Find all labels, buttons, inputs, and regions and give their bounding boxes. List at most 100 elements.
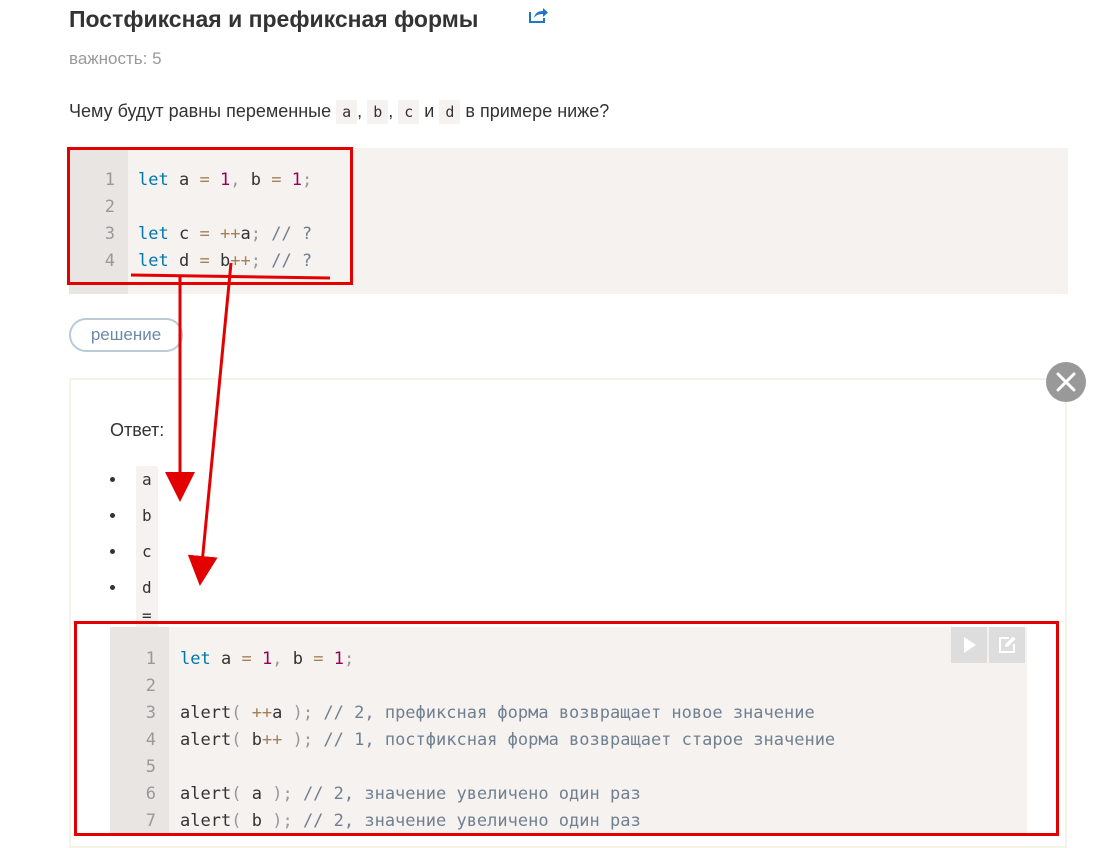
identifier: a bbox=[178, 170, 190, 190]
punctuation: ; bbox=[302, 703, 314, 723]
identifier: b bbox=[219, 251, 231, 271]
identifier: a bbox=[240, 224, 251, 244]
close-button[interactable] bbox=[1046, 362, 1086, 402]
punctuation: ; bbox=[302, 730, 314, 750]
punctuation: ( bbox=[231, 784, 242, 804]
identifier: a bbox=[272, 703, 283, 723]
code-line: let a = 1, b = 1; bbox=[180, 649, 354, 669]
comment: // 1, постфиксная форма возвращает старо… bbox=[323, 730, 836, 750]
punctuation: , bbox=[230, 170, 241, 190]
line-number: 1 bbox=[145, 649, 156, 669]
bullet-icon bbox=[110, 549, 115, 554]
identifier: b bbox=[250, 170, 261, 190]
identifier: c bbox=[178, 224, 190, 244]
code-line: alert( b ); // 2, значение увеличено оди… bbox=[180, 811, 641, 831]
code-line: alert( a ); // 2, значение увеличено оди… bbox=[180, 784, 641, 804]
punctuation: ( bbox=[231, 811, 242, 831]
operator: = bbox=[313, 649, 324, 669]
question-conjunction: и bbox=[424, 101, 435, 121]
keyword: let bbox=[180, 649, 211, 669]
punctuation: ; bbox=[282, 811, 293, 831]
line-number: 7 bbox=[145, 811, 156, 831]
code-line: let a = 1, b = 1; bbox=[138, 170, 312, 190]
line-number: 2 bbox=[104, 197, 115, 217]
question-comma: , bbox=[388, 101, 394, 121]
comment: // ? bbox=[271, 251, 313, 271]
function-name: alert bbox=[180, 811, 232, 831]
identifier: d bbox=[178, 251, 190, 271]
inline-code-d: d bbox=[439, 100, 461, 124]
question-prefix: Чему будут равны переменные bbox=[69, 101, 332, 121]
comment: // ? bbox=[271, 224, 313, 244]
line-number: 2 bbox=[145, 676, 156, 696]
line-number: 3 bbox=[104, 224, 115, 244]
inline-code-c: c bbox=[398, 100, 420, 124]
question-suffix: в примере ниже? bbox=[465, 101, 610, 121]
punctuation: ) bbox=[272, 784, 283, 804]
number: 1 bbox=[291, 170, 302, 190]
operator: ++ bbox=[230, 251, 251, 271]
punctuation: ) bbox=[272, 811, 283, 831]
inline-code-a: a bbox=[336, 100, 358, 124]
line-number: 4 bbox=[145, 730, 156, 750]
play-icon bbox=[964, 637, 976, 653]
keyword: let bbox=[138, 224, 169, 244]
external-link-icon[interactable] bbox=[528, 6, 550, 24]
operator: ++ bbox=[251, 703, 273, 723]
identifier: b bbox=[292, 649, 303, 669]
inline-code-b: b bbox=[367, 100, 389, 124]
line-number: 3 bbox=[145, 703, 156, 723]
answer-label: Ответ: bbox=[110, 420, 165, 440]
punctuation: ; bbox=[250, 251, 261, 271]
comment: // 2, значение увеличено один раз bbox=[302, 811, 641, 831]
punctuation: , bbox=[272, 649, 283, 669]
function-name: alert bbox=[180, 730, 232, 750]
punctuation: ; bbox=[301, 170, 313, 190]
code-block-task: 1 2 3 4 let a = 1, b = 1; let c = ++a; /… bbox=[69, 148, 1068, 294]
question-comma: , bbox=[357, 101, 363, 121]
operator: = bbox=[241, 649, 252, 669]
run-button[interactable] bbox=[951, 627, 987, 663]
keyword: let bbox=[138, 251, 169, 271]
identifier: a bbox=[251, 784, 262, 804]
operator: = bbox=[199, 170, 210, 190]
page-title: Постфиксная и префиксная формы bbox=[69, 6, 479, 32]
number: 1 bbox=[333, 649, 344, 669]
line-number: 1 bbox=[104, 170, 115, 190]
number: 1 bbox=[261, 649, 273, 669]
punctuation: ; bbox=[282, 784, 293, 804]
solution-button[interactable]: решение bbox=[69, 318, 183, 352]
line-number: 4 bbox=[104, 251, 115, 271]
operator: ++ bbox=[219, 224, 241, 244]
punctuation: ) bbox=[292, 730, 303, 750]
bullet-icon bbox=[110, 477, 115, 482]
code-line: let c = ++a; // ? bbox=[138, 224, 312, 244]
keyword: let bbox=[138, 170, 169, 190]
comment: // 2, значение увеличено один раз bbox=[302, 784, 641, 804]
line-number: 5 bbox=[145, 757, 156, 777]
question-text: Чему будут равны переменные a, b, c и d … bbox=[69, 97, 609, 125]
identifier: b bbox=[251, 730, 262, 750]
punctuation: ; bbox=[250, 224, 261, 244]
function-name: alert bbox=[180, 784, 232, 804]
identifier: b bbox=[251, 811, 262, 831]
operator: = bbox=[199, 251, 210, 271]
identifier: a bbox=[220, 649, 232, 669]
operator: ++ bbox=[261, 730, 283, 750]
edit-icon bbox=[999, 636, 1016, 653]
line-number: 6 bbox=[145, 784, 156, 804]
punctuation: ; bbox=[343, 649, 355, 669]
edit-button[interactable] bbox=[989, 627, 1025, 663]
importance-label: важность: 5 bbox=[69, 49, 162, 68]
function-name: alert bbox=[180, 703, 232, 723]
comment: // 2, префиксная форма возвращает новое … bbox=[323, 703, 815, 723]
bullet-icon bbox=[110, 585, 115, 590]
code-line: let d = b++; // ? bbox=[138, 251, 312, 271]
code-line: alert( b++ ); // 1, постфиксная форма во… bbox=[180, 730, 835, 750]
bullet-icon bbox=[110, 513, 115, 518]
operator: = bbox=[271, 170, 282, 190]
punctuation: ( bbox=[231, 730, 242, 750]
code-block-solution: 1 2 3 4 5 6 7 let a = 1, b = 1; alert( +… bbox=[110, 627, 1027, 833]
close-icon bbox=[1056, 372, 1076, 392]
number: 1 bbox=[219, 170, 231, 190]
